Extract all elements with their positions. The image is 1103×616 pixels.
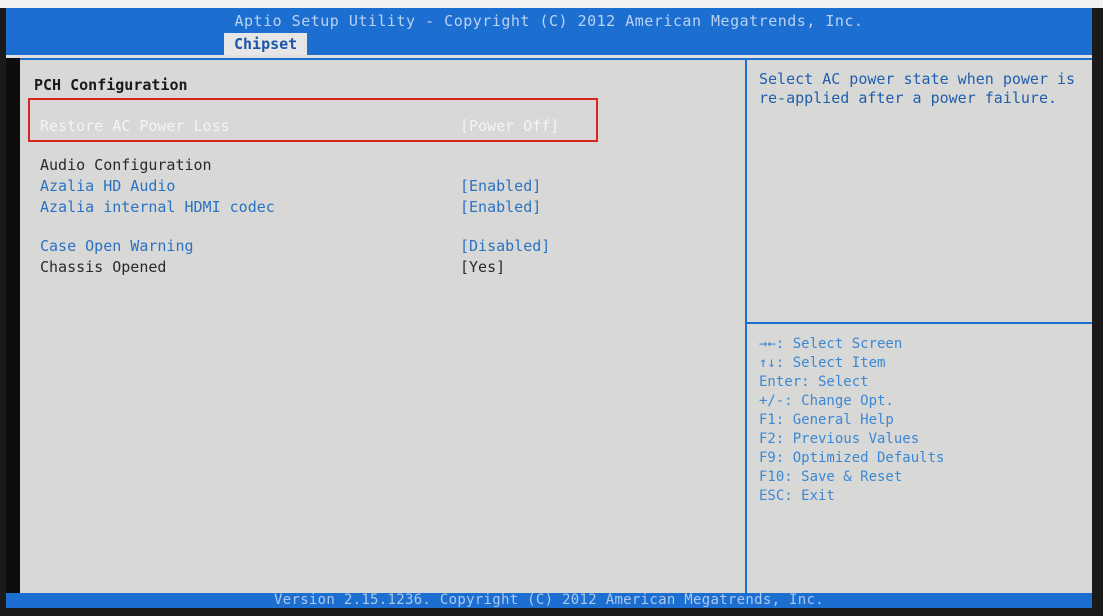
restore-ac-power-loss-value[interactable]: [Power Off] xyxy=(460,117,559,135)
help-divider xyxy=(747,322,1092,324)
chassis-opened-label: Chassis Opened xyxy=(40,258,167,276)
tab-chipset[interactable]: Chipset xyxy=(224,33,308,55)
case-open-warning-value[interactable]: [Disabled] xyxy=(460,237,550,255)
azalia-hd-audio-label[interactable]: Azalia HD Audio xyxy=(40,177,175,195)
header-title: Aptio Setup Utility - Copyright (C) 2012… xyxy=(234,12,864,30)
chassis-opened-value: [Yes] xyxy=(460,258,506,276)
case-open-warning-label[interactable]: Case Open Warning xyxy=(40,237,194,255)
restore-ac-power-loss-label[interactable]: Restore AC Power Loss xyxy=(40,117,230,135)
key-f1: F1: General Help xyxy=(759,412,894,428)
section-title-pch: PCH Configuration xyxy=(34,76,188,94)
help-description: Select AC power state when power is re-a… xyxy=(759,70,1076,107)
azalia-hdmi-codec-value[interactable]: [Enabled] xyxy=(460,198,541,216)
azalia-hd-audio-value[interactable]: [Enabled] xyxy=(460,177,541,195)
help-panel: Select AC power state when power is re-a… xyxy=(747,58,1092,595)
monitor-bezel-right xyxy=(1092,8,1103,608)
bios-header: Aptio Setup Utility - Copyright (C) 2012… xyxy=(6,8,1092,58)
audio-configuration-title: Audio Configuration xyxy=(40,156,212,174)
key-select-item: ↑↓: Select Item xyxy=(759,355,886,371)
key-legend: →←: Select Screen ↑↓: Select Item Enter:… xyxy=(759,335,944,506)
monitor-bezel-bottom xyxy=(0,608,1103,616)
key-enter: Enter: Select xyxy=(759,374,869,390)
key-select-screen: →←: Select Screen xyxy=(759,336,903,352)
key-change-opt: +/-: Change Opt. xyxy=(759,393,894,409)
settings-panel: PCH Configuration Restore AC Power Loss … xyxy=(20,58,747,595)
bios-footer: Version 2.15.1236. Copyright (C) 2012 Am… xyxy=(6,593,1092,608)
monitor-bezel-left xyxy=(0,8,6,608)
key-f9: F9: Optimized Defaults xyxy=(759,450,945,466)
key-f2: F2: Previous Values xyxy=(759,431,920,447)
key-esc: ESC: Exit xyxy=(759,488,835,504)
main-area: PCH Configuration Restore AC Power Loss … xyxy=(20,58,1092,595)
key-f10: F10: Save & Reset xyxy=(759,469,903,485)
monitor-bezel-top xyxy=(0,0,1103,8)
azalia-hdmi-codec-label[interactable]: Azalia internal HDMI codec xyxy=(40,198,275,216)
